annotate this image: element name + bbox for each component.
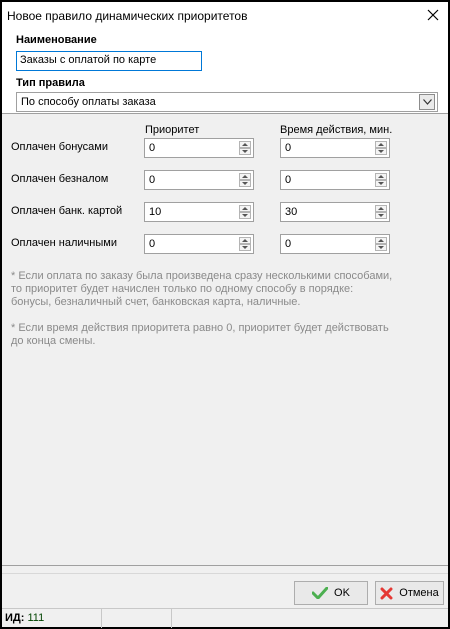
row-label-cash: Оплачен наличными [11, 237, 117, 249]
name-label: Наименование [16, 34, 97, 46]
cancel-label: Отмена [399, 587, 439, 599]
window-title: Новое правило динамических приоритетов [7, 9, 248, 23]
title-bar: Новое правило динамических приоритетов [2, 2, 448, 30]
priority-value: 0 [149, 174, 156, 186]
duration-spinner-cashless[interactable]: 0 [280, 170, 390, 190]
spin-down-icon[interactable] [375, 244, 387, 251]
cancel-button[interactable]: Отмена [375, 581, 444, 605]
spin-up-icon[interactable] [375, 205, 387, 212]
row-label-bonus: Оплачен бонусами [11, 141, 108, 153]
duration-spinner-card[interactable]: 30 [280, 202, 390, 222]
priority-column-header: Приоритет [145, 124, 200, 136]
duration-column-header: Время действия, мин. [280, 124, 393, 136]
close-button[interactable] [420, 3, 446, 27]
spin-up-icon[interactable] [375, 173, 387, 180]
close-icon [427, 9, 439, 21]
spin-down-icon[interactable] [239, 148, 251, 155]
note-multiple-payments: * Если оплата по заказу была произведена… [11, 270, 393, 308]
spin-up-icon[interactable] [375, 141, 387, 148]
spin-down-icon[interactable] [375, 148, 387, 155]
chevron-down-icon[interactable] [419, 94, 435, 110]
note-zero-duration: * Если время действия приоритета равно 0… [11, 322, 389, 347]
row-label-card: Оплачен банк. картой [11, 205, 123, 217]
footer-divider-light [2, 573, 448, 574]
spin-down-icon[interactable] [239, 180, 251, 187]
duration-spinner-bonus[interactable]: 0 [280, 138, 390, 158]
rule-type-label: Тип правила [16, 77, 85, 89]
priority-spinner-cashless[interactable]: 0 [144, 170, 254, 190]
name-input[interactable]: Заказы с оплатой по карте [16, 51, 202, 71]
checkmark-icon [312, 587, 329, 599]
duration-value: 30 [285, 206, 298, 218]
duration-value: 0 [285, 142, 292, 154]
priority-value: 0 [149, 142, 156, 154]
id-value: 111 [27, 612, 45, 624]
spin-down-icon[interactable] [239, 212, 251, 219]
priority-spinner-card[interactable]: 10 [144, 202, 254, 222]
priority-value: 10 [149, 206, 162, 218]
ok-label: OK [334, 587, 350, 599]
priority-spinner-cash[interactable]: 0 [144, 234, 254, 254]
duration-value: 0 [285, 174, 292, 186]
duration-value: 0 [285, 238, 292, 250]
id-label: ИД: [5, 612, 25, 624]
status-cell-empty [102, 609, 172, 628]
spin-up-icon[interactable] [239, 141, 251, 148]
close-icon [380, 587, 393, 599]
spin-down-icon[interactable] [239, 244, 251, 251]
row-label-cashless: Оплачен безналом [11, 173, 109, 185]
rule-type-select[interactable]: По способу оплаты заказа [16, 92, 438, 112]
duration-spinner-cash[interactable]: 0 [280, 234, 390, 254]
ok-button[interactable]: OK [294, 581, 368, 605]
footer-divider [2, 565, 448, 566]
rule-type-selected: По способу оплаты заказа [21, 96, 156, 108]
spin-up-icon[interactable] [239, 173, 251, 180]
spin-up-icon[interactable] [375, 237, 387, 244]
rule-header-section: Наименование Заказы с оплатой по карте Т… [2, 30, 448, 114]
status-id: ИД: 111 [2, 609, 102, 628]
spin-down-icon[interactable] [375, 212, 387, 219]
spin-down-icon[interactable] [375, 180, 387, 187]
spin-up-icon[interactable] [239, 205, 251, 212]
priority-spinner-bonus[interactable]: 0 [144, 138, 254, 158]
dialog-window: Новое правило динамических приоритетов Н… [0, 0, 450, 629]
priority-value: 0 [149, 238, 156, 250]
status-bar: ИД: 111 [2, 608, 448, 628]
spin-up-icon[interactable] [239, 237, 251, 244]
